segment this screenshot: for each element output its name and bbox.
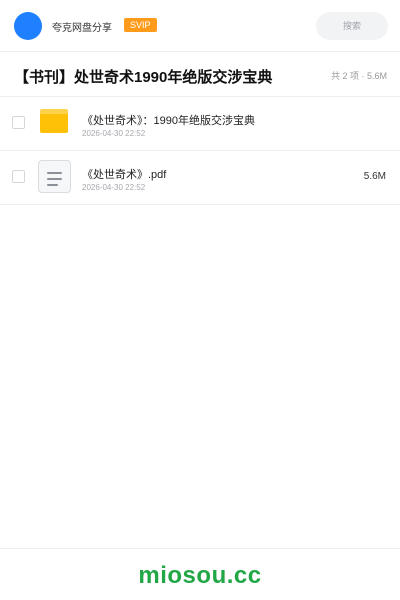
avatar[interactable] (14, 12, 42, 40)
file-size: 5.6M (363, 171, 386, 182)
vip-badge: SVIP (124, 18, 157, 32)
page-title: 【书刊】处世奇术1990年绝版交涉宝典 (14, 69, 273, 86)
sharer-name: 夸克网盘分享 (52, 23, 112, 34)
select-checkbox[interactable] (12, 116, 25, 129)
select-checkbox[interactable] (12, 170, 25, 183)
file-row-folder[interactable]: 《处世奇术》：1990年绝版交涉宝典 2026-04-30 22:52 (0, 97, 400, 151)
footer: miosou.cc (0, 548, 400, 600)
top-bar: 夸克网盘分享 SVIP 搜索 (0, 0, 400, 52)
share-summary: 共 2 项 · 5.6M (330, 71, 387, 81)
file-date: 2026-04-30 22:52 (82, 183, 146, 192)
folder-icon (40, 109, 68, 133)
file-name[interactable]: 《处世奇术》：1990年绝版交涉宝典 (82, 112, 255, 128)
file-row-pdf[interactable]: 《处世奇术》.pdf 2026-04-30 22:52 5.6M (0, 151, 400, 205)
document-icon (38, 160, 71, 193)
search-button[interactable]: 搜索 (316, 12, 388, 40)
file-date: 2026-04-30 22:52 (82, 129, 146, 138)
site-logo[interactable]: miosou.cc (0, 562, 400, 590)
file-name[interactable]: 《处世奇术》.pdf (82, 166, 166, 182)
share-title-bar: 【书刊】处世奇术1990年绝版交涉宝典 共 2 项 · 5.6M (0, 52, 400, 97)
